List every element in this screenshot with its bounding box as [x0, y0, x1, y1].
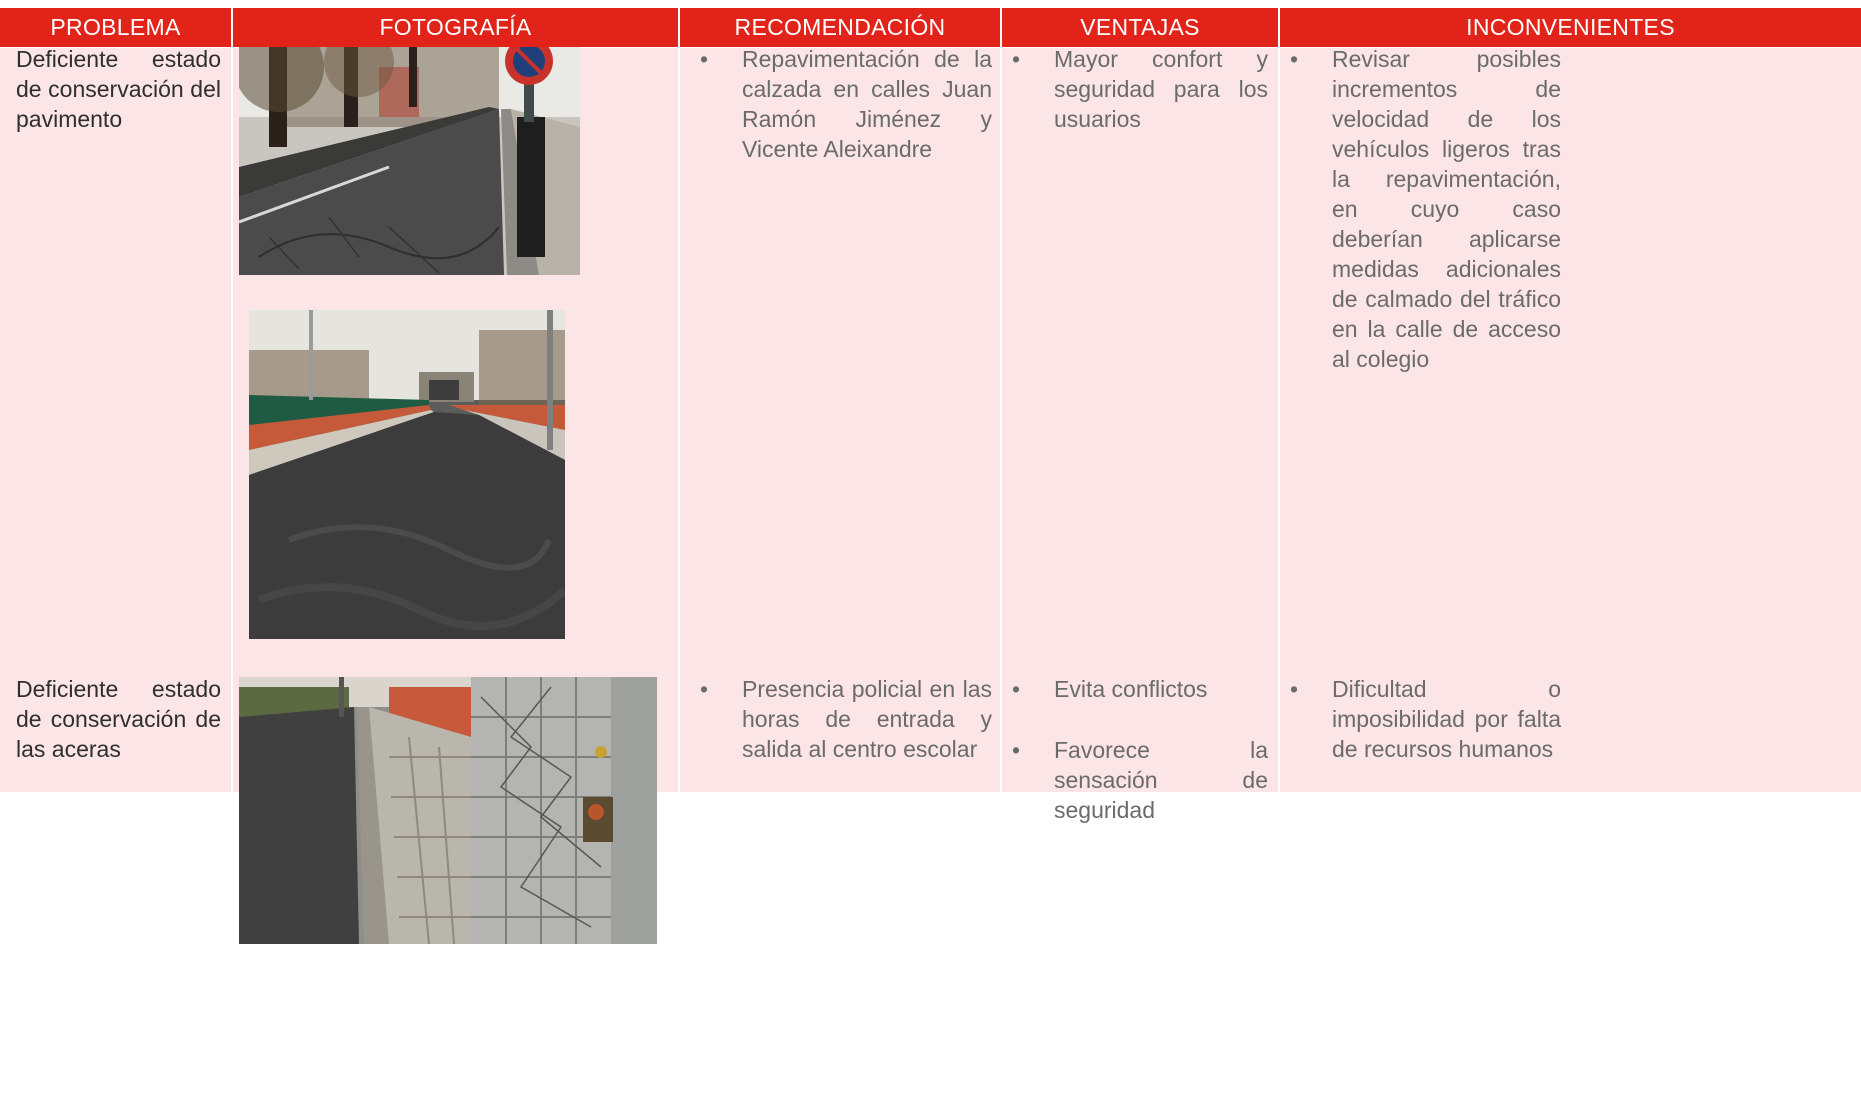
list-item: • Favorece la sensación de seguridad [1011, 737, 1268, 823]
advantage-text: Evita conflictos [1054, 676, 1208, 702]
drawbacks-list: • Dificultad o imposibilidad por falta de… [1284, 674, 1561, 764]
drawback-text: Dificultad o imposibilidad por falta de … [1332, 676, 1561, 762]
list-item: • Evita conflictos [1006, 674, 1268, 704]
advantage-text: Favorece la sensación de seguridad [1054, 737, 1268, 823]
header-inconvenientes: INCONVENIENTES [1280, 8, 1861, 47]
resurfaced-road-photo [249, 310, 565, 639]
column-divider [1000, 48, 1002, 792]
column-divider [1278, 48, 1280, 792]
list-item: • Revisar posibles incrementos de velocid… [1289, 46, 1561, 372]
column-divider [678, 48, 680, 792]
header-ventajas: VENTAJAS [1002, 8, 1278, 47]
drawback-text: Revisar posibles incrementos de velocida… [1332, 46, 1561, 372]
header-fotografia: FOTOGRAFÍA [233, 8, 678, 47]
header-recomendacion: RECOMENDACIÓN [680, 8, 1000, 47]
advantage-text: Mayor confort y seguridad para los usuar… [1054, 46, 1268, 132]
list-item: • Mayor confort y seguridad para los usua… [1011, 46, 1268, 132]
street-pavement-photo [239, 47, 580, 275]
road-sidewalk-photo [239, 677, 471, 944]
list-item: • Dificultad o imposibilidad por falta de… [1289, 676, 1561, 762]
list-item: • Repavimentación de la calzada en calles… [699, 46, 992, 162]
list-item: • Presencia policial en las horas de entr… [699, 676, 992, 762]
recommendation-list: • Presencia policial en las horas de entr… [694, 674, 992, 764]
column-divider [231, 48, 233, 792]
recommendation-text: Repavimentación de la calzada en calles … [742, 46, 992, 162]
drawbacks-list: • Revisar posibles incrementos de velocid… [1284, 44, 1561, 374]
advantages-list: • Mayor confort y seguridad para los usua… [1006, 44, 1268, 134]
recommendation-list: • Repavimentación de la calzada en calles… [694, 44, 992, 164]
problem-cell: Deficiente estado de conservación del pa… [16, 46, 221, 132]
recommendations-table: PROBLEMA FOTOGRAFÍA RECOMENDACIÓN VENTAJ… [0, 0, 1861, 1120]
advantages-list: • Evita conflictos • Favorece la sensación… [1006, 674, 1268, 825]
header-problema: PROBLEMA [0, 8, 231, 47]
problem-cell: Deficiente estado de conservación de las… [16, 676, 221, 762]
recommendation-text: Presencia policial en las horas de entra… [742, 676, 992, 762]
cracked-tiles-photo [471, 677, 657, 944]
